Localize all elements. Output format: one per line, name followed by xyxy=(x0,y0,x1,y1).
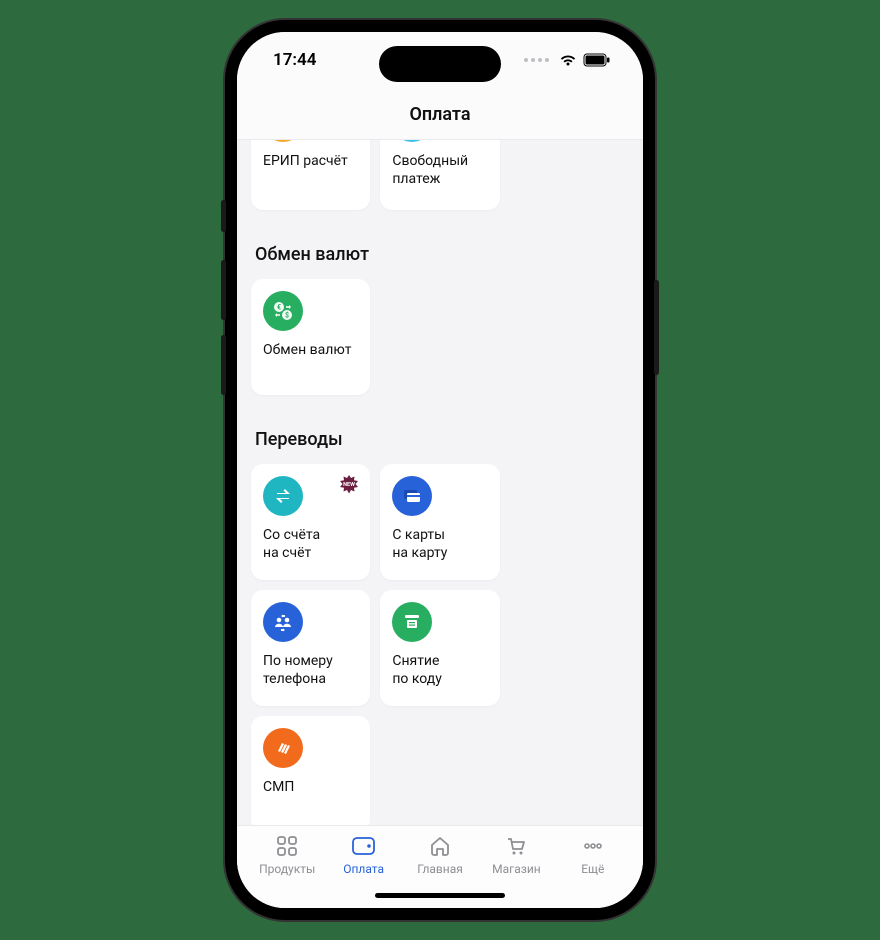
transfer-card-phone[interactable]: По номеру телефона xyxy=(251,590,370,706)
account-transfer-icon xyxy=(263,476,303,516)
tab-label: Продукты xyxy=(259,862,315,876)
tab-label: Ещё xyxy=(581,862,604,876)
transfer-card-card[interactable]: С карты на карту xyxy=(380,464,499,580)
tab-home[interactable]: Главная xyxy=(402,834,478,876)
tab-label: Главная xyxy=(417,862,463,876)
phone-transfer-icon xyxy=(263,602,303,642)
notch xyxy=(379,46,501,82)
card-label: СМП xyxy=(263,778,358,796)
wifi-icon xyxy=(559,53,577,67)
card-label: Обмен валют xyxy=(263,341,358,359)
atm-code-icon xyxy=(392,602,432,642)
tab-bar: Продукты Оплата Главная Магазин xyxy=(237,825,643,882)
more-icon xyxy=(580,834,606,858)
cart-icon xyxy=(503,834,529,858)
card-label: Со счёта на счёт xyxy=(263,526,358,562)
payment-card-free[interactable]: Свободный платеж xyxy=(380,140,499,210)
tab-products[interactable]: Продукты xyxy=(249,834,325,876)
svg-text:$: $ xyxy=(285,312,289,320)
battery-icon xyxy=(583,53,611,67)
exchange-icon: €$ xyxy=(263,291,303,331)
exchange-card[interactable]: €$ Обмен валют xyxy=(251,279,370,395)
card-transfer-icon xyxy=(392,476,432,516)
card-label: С карты на карту xyxy=(392,526,487,562)
home-icon xyxy=(427,834,453,858)
payment-card-erip[interactable]: ЕРИП расчёт xyxy=(251,140,370,210)
svg-text:NEW: NEW xyxy=(343,482,355,488)
page-title: Оплата xyxy=(237,104,643,125)
new-badge-icon: NEW xyxy=(338,474,360,496)
page-header: Оплата xyxy=(237,88,643,140)
grid-icon xyxy=(274,834,300,858)
status-time: 17:44 xyxy=(273,50,316,70)
section-title-transfers: Переводы xyxy=(255,429,629,450)
transfer-card-account[interactable]: NEW Со счёта на счёт xyxy=(251,464,370,580)
tab-shop[interactable]: Магазин xyxy=(478,834,554,876)
tab-payment[interactable]: Оплата xyxy=(325,834,401,876)
svg-text:€: € xyxy=(277,304,281,312)
free-pay-icon xyxy=(392,140,432,142)
transfer-card-smp[interactable]: СМП xyxy=(251,716,370,825)
smp-icon xyxy=(263,728,303,768)
wallet-icon xyxy=(351,834,377,858)
card-label: По номеру телефона xyxy=(263,652,358,688)
carrier-dots-icon xyxy=(524,58,549,62)
tab-label: Магазин xyxy=(492,862,541,876)
transfer-card-atm[interactable]: Снятие по коду xyxy=(380,590,499,706)
section-title-exchange: Обмен валют xyxy=(255,244,629,265)
content-scroll[interactable]: ЕРИП расчёт Свободный платеж Обмен валют… xyxy=(237,140,643,825)
erip-icon xyxy=(263,140,303,142)
card-label: ЕРИП расчёт xyxy=(263,152,358,170)
card-label: Свободный платеж xyxy=(392,152,487,188)
home-indicator[interactable] xyxy=(237,882,643,908)
tab-more[interactable]: Ещё xyxy=(555,834,631,876)
tab-label: Оплата xyxy=(343,862,384,876)
card-label: Снятие по коду xyxy=(392,652,487,688)
